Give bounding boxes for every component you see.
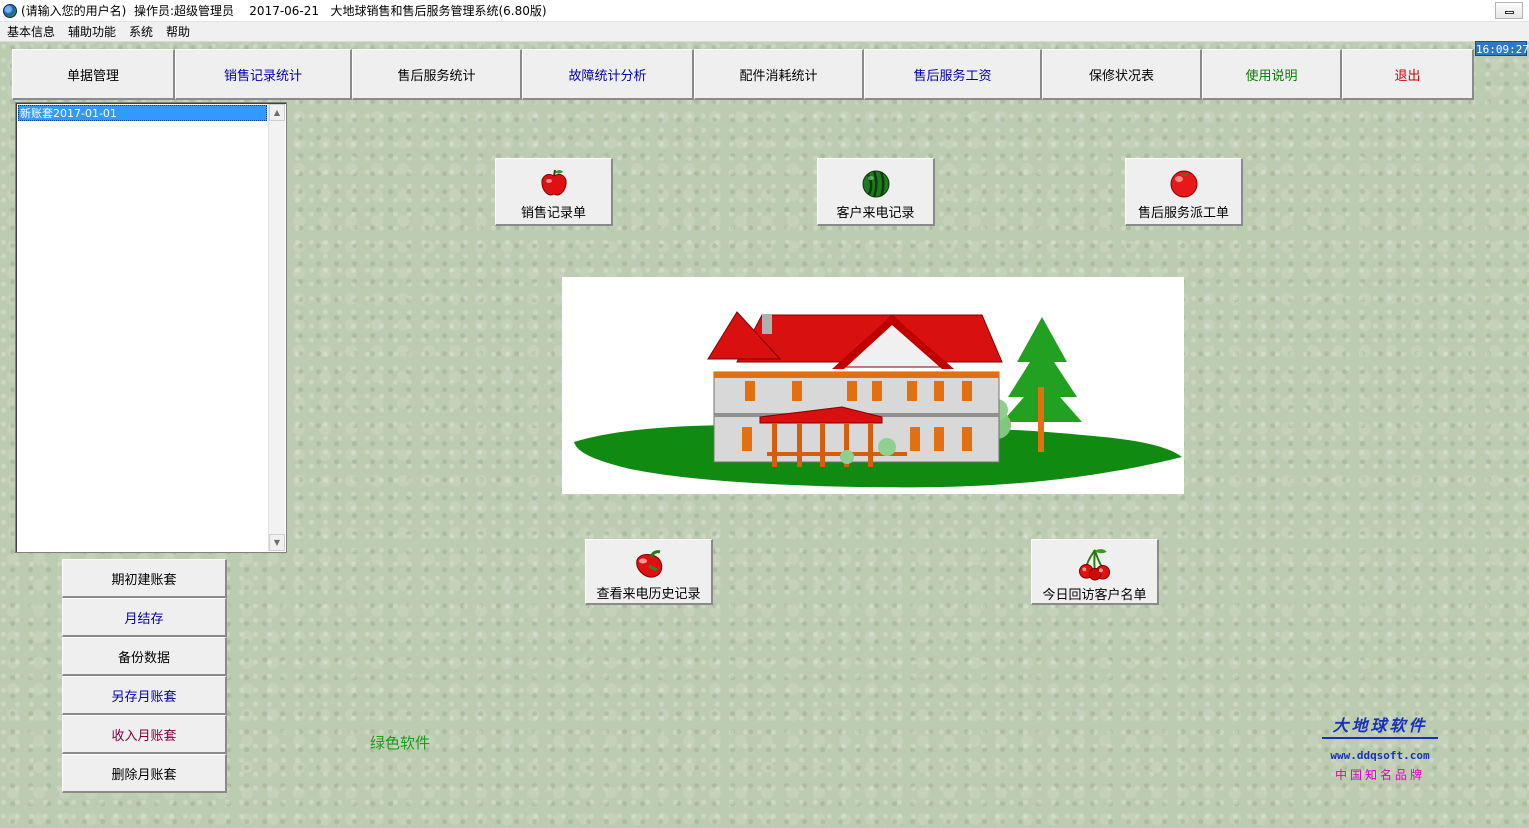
- call-history-label: 查看来电历史记录: [596, 587, 701, 602]
- house-image: [574, 311, 1182, 488]
- scroll-down-icon[interactable]: ▼: [269, 534, 285, 551]
- menu-aux-functions[interactable]: 辅助功能: [61, 23, 122, 40]
- warranty-status-button[interactable]: 保修状况表: [1042, 49, 1202, 100]
- menu-system[interactable]: 系统: [122, 23, 159, 40]
- scroll-up-icon[interactable]: ▲: [269, 104, 285, 121]
- customer-call-button[interactable]: 客户来电记录: [817, 158, 935, 226]
- clock: 16:09:27: [1475, 41, 1529, 56]
- title-bar: (请输入您的用户名) 操作员:超级管理员 2017-06-21 大地球销售和售后…: [0, 0, 1529, 22]
- service-wage-button[interactable]: 售后服务工资: [864, 49, 1042, 100]
- pepper-icon: [635, 550, 662, 578]
- list-item[interactable]: 新账套2017-01-01: [18, 105, 267, 121]
- save-month-account-button[interactable]: 另存月账套: [62, 676, 227, 715]
- month-close-button[interactable]: 月结存: [62, 598, 227, 637]
- user-guide-button[interactable]: 使用说明: [1202, 49, 1342, 100]
- account-actions: 期初建账套 月结存 备份数据 另存月账套 收入月账套 删除月账套: [62, 559, 227, 793]
- customer-call-label: 客户来电记录: [836, 206, 915, 221]
- logo-title: 大地球软件: [1322, 712, 1438, 739]
- logo-url[interactable]: www.ddqsoft.com: [1322, 749, 1438, 762]
- call-history-button[interactable]: 查看来电历史记录: [585, 539, 713, 605]
- menu-help[interactable]: 帮助: [159, 23, 196, 40]
- green-software-label: 绿色软件: [370, 734, 431, 752]
- create-initial-account-button[interactable]: 期初建账套: [62, 559, 227, 598]
- backup-data-button[interactable]: 备份数据: [62, 637, 227, 676]
- parts-consumption-button[interactable]: 配件消耗统计: [694, 49, 864, 100]
- revisit-list-label: 今日回访客户名单: [1042, 588, 1147, 603]
- minimize-button[interactable]: [1495, 2, 1523, 19]
- watermelon-icon: [862, 170, 889, 198]
- company-logo: 大地球软件 www.ddqsoft.com 中国知名品牌: [1322, 712, 1438, 783]
- sales-record-button[interactable]: 销售记录单: [495, 158, 613, 226]
- apple-icon: [540, 169, 567, 196]
- account-list[interactable]: 新账套2017-01-01 ▲ ▼: [15, 102, 287, 553]
- revisit-list-button[interactable]: 今日回访客户名单: [1031, 539, 1159, 605]
- minimize-icon: [1504, 11, 1514, 14]
- fault-analysis-button[interactable]: 故障统计分析: [522, 49, 694, 100]
- sales-stats-button[interactable]: 销售记录统计: [175, 49, 352, 100]
- sales-record-label: 销售记录单: [520, 206, 586, 221]
- cherry-icon: [1078, 549, 1110, 581]
- document-management-button[interactable]: 单据管理: [12, 49, 175, 100]
- service-stats-button[interactable]: 售后服务统计: [352, 49, 522, 100]
- list-scrollbar[interactable]: ▲ ▼: [268, 104, 285, 551]
- delete-month-account-button[interactable]: 删除月账套: [62, 754, 227, 793]
- logo-slogan: 中国知名品牌: [1334, 768, 1425, 782]
- load-month-account-button[interactable]: 收入月账套: [62, 715, 227, 754]
- menu-basic-info[interactable]: 基本信息: [0, 23, 61, 40]
- exit-button[interactable]: 退出: [1342, 49, 1474, 100]
- service-dispatch-button[interactable]: 售后服务派工单: [1125, 158, 1243, 226]
- service-dispatch-label: 售后服务派工单: [1137, 206, 1229, 221]
- window-title: (请输入您的用户名) 操作员:超级管理员 2017-06-21 大地球销售和售后…: [21, 4, 547, 18]
- main-toolbar: 单据管理 销售记录统计 售后服务统计 故障统计分析 配件消耗统计 售后服务工资 …: [12, 49, 1474, 100]
- globe-icon[interactable]: [3, 3, 17, 18]
- house-illustration: [562, 277, 1184, 494]
- tomato-icon: [1170, 170, 1197, 198]
- menu-bar: 基本信息 辅助功能 系统 帮助: [0, 22, 1529, 42]
